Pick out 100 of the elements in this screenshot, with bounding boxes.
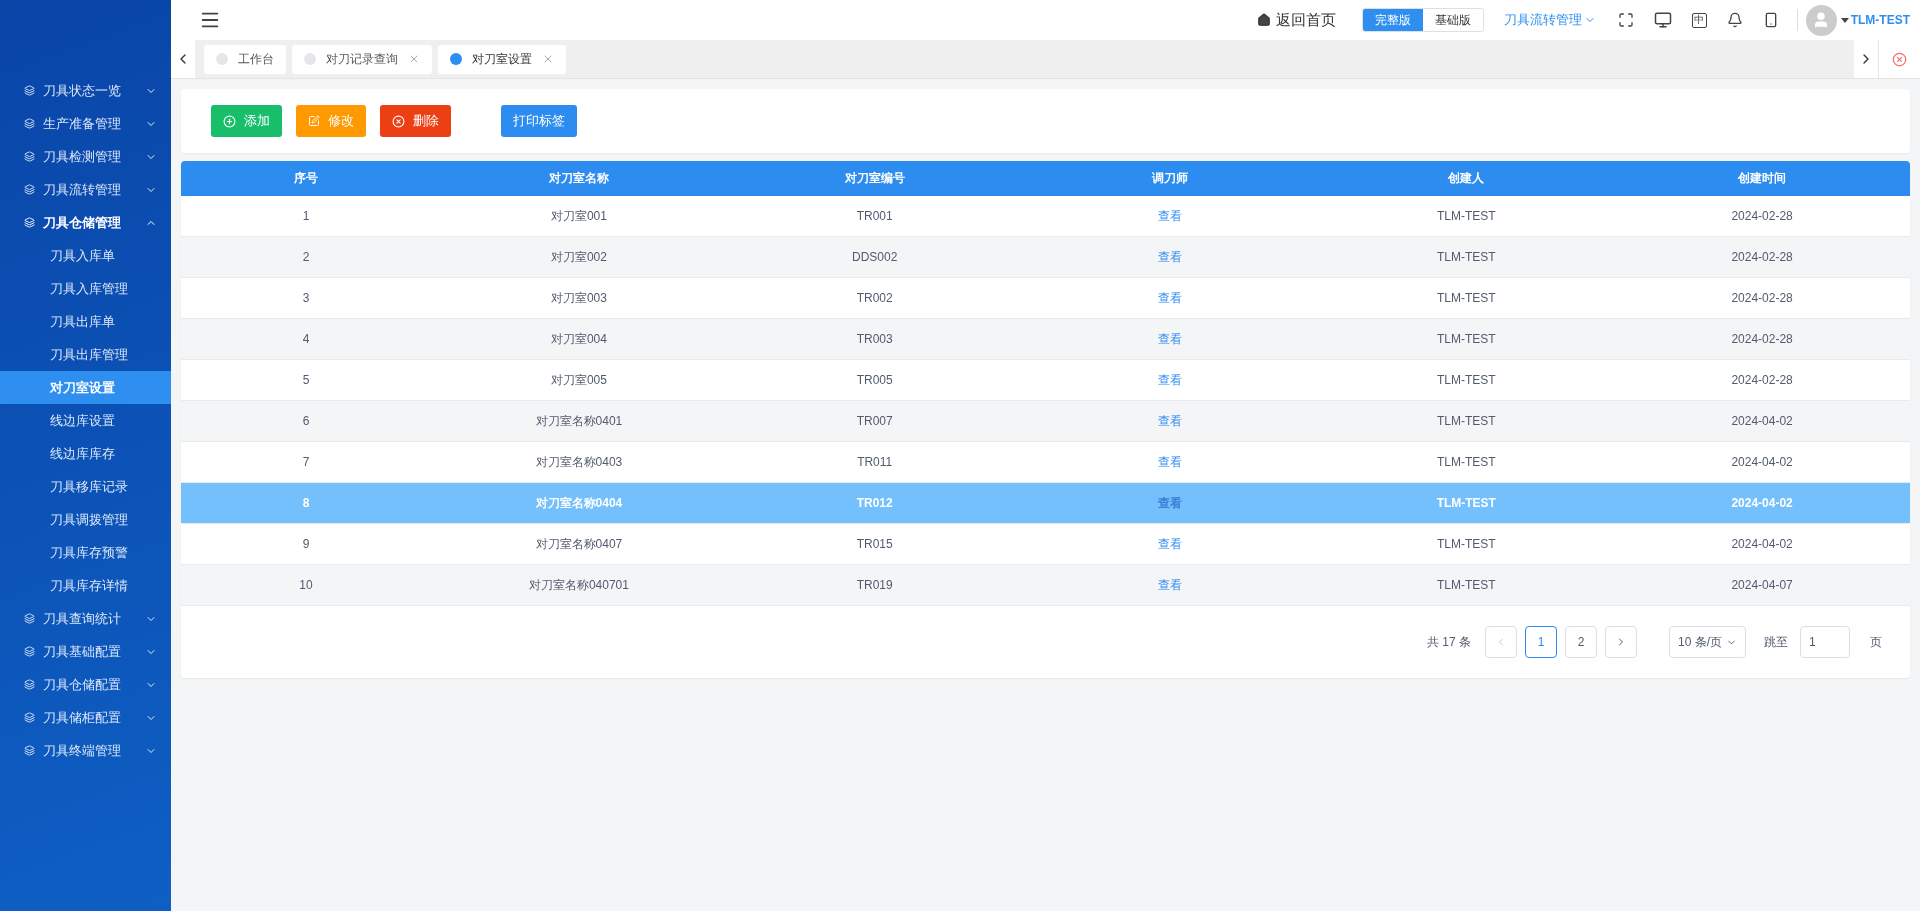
bell-icon[interactable]: [1726, 12, 1743, 28]
user-avatar[interactable]: [1805, 4, 1837, 36]
layers-icon: [24, 712, 35, 723]
table-cell: 2024-02-28: [1614, 278, 1910, 319]
user-menu[interactable]: TLM-TEST: [1836, 13, 1910, 27]
table-cell: TLM-TEST: [1318, 237, 1615, 278]
table-cell: 对刀室名称040701: [431, 565, 727, 606]
table-cell: TR003: [726, 319, 1023, 360]
view-link[interactable]: 查看: [1158, 453, 1183, 471]
table-cell: 2024-02-28: [1614, 319, 1910, 360]
home-icon: [1256, 13, 1271, 27]
module-dropdown[interactable]: 刀具流转管理: [1503, 11, 1596, 29]
sidebar-item[interactable]: 刀具入库单: [0, 239, 171, 272]
sidebar-group[interactable]: 刀具基础配置: [0, 635, 171, 668]
sidebar-group[interactable]: 生产准备管理: [0, 107, 171, 140]
sidebar-item[interactable]: 刀具入库管理: [0, 272, 171, 305]
layers-icon: [24, 646, 35, 657]
column-header: 调刀师: [1022, 161, 1319, 196]
sidebar-item[interactable]: 线边库设置: [0, 404, 171, 437]
sidebar-group[interactable]: 刀具仓储管理: [0, 206, 171, 239]
table-cell: 8: [181, 483, 431, 524]
layers-icon: [24, 184, 35, 195]
column-header: 创建时间: [1614, 161, 1910, 196]
sidebar-item[interactable]: 刀具移库记录: [0, 470, 171, 503]
scroll-right-button[interactable]: [1854, 40, 1878, 78]
scroll-left-button[interactable]: [171, 40, 195, 78]
view-link[interactable]: 查看: [1158, 207, 1183, 225]
table-cell: 对刀室名称0401: [431, 401, 727, 442]
table-cell: TLM-TEST: [1318, 401, 1615, 442]
page-button[interactable]: 1: [1525, 626, 1557, 658]
sidebar-group[interactable]: 刀具检测管理: [0, 140, 171, 173]
version-toggle[interactable]: 完整版: [1362, 9, 1423, 31]
sidebar-group[interactable]: 刀具仓储配置: [0, 668, 171, 701]
column-header: 序号: [181, 161, 431, 196]
sidebar-group[interactable]: 刀具状态一览: [0, 74, 171, 107]
sidebar-item[interactable]: 对刀室设置: [0, 371, 171, 404]
fullscreen-icon[interactable]: [1617, 12, 1634, 28]
delete-button[interactable]: 删除: [380, 105, 451, 137]
table-cell: TLM-TEST: [1318, 565, 1615, 606]
view-link[interactable]: 查看: [1158, 289, 1183, 307]
page-tab[interactable]: 工作台: [204, 44, 286, 74]
table-cell: 4: [181, 319, 431, 360]
layers-icon: [24, 217, 35, 228]
sidebar-group[interactable]: 刀具流转管理: [0, 173, 171, 206]
table-cell: 2024-04-02: [1614, 401, 1910, 442]
close-all-button[interactable]: [1878, 40, 1920, 78]
sidebar-group[interactable]: 刀具储柜配置: [0, 701, 171, 734]
table-cell: 10: [181, 565, 431, 606]
edit-icon: [308, 115, 320, 127]
home-link[interactable]: 返回首页: [1256, 10, 1336, 30]
page-tab[interactable]: 对刀室设置: [438, 44, 566, 74]
layers-icon: [24, 151, 35, 162]
view-link[interactable]: 查看: [1158, 248, 1183, 266]
table-cell: 2024-02-28: [1614, 360, 1910, 401]
view-link[interactable]: 查看: [1158, 412, 1183, 430]
sidebar-item[interactable]: 刀具库存预警: [0, 536, 171, 569]
sidebar-item[interactable]: 刀具库存详情: [0, 569, 171, 602]
table-cell: 1: [181, 196, 431, 237]
sidebar-item[interactable]: 刀具出库单: [0, 305, 171, 338]
view-link[interactable]: 查看: [1158, 371, 1183, 389]
sidebar-item[interactable]: 刀具出库管理: [0, 338, 171, 371]
close-icon[interactable]: [542, 53, 554, 65]
close-icon[interactable]: [408, 53, 420, 65]
prev-page-button[interactable]: [1485, 626, 1517, 658]
table-cell: 对刀室004: [431, 319, 727, 360]
language-toggle[interactable]: 中: [1691, 12, 1707, 28]
total-count: 共 17 条: [1426, 633, 1471, 651]
column-header: 创建人: [1318, 161, 1615, 196]
table-cell: 2024-04-02: [1614, 483, 1910, 524]
table-cell: 2024-04-02: [1614, 442, 1910, 483]
next-page-button[interactable]: [1605, 626, 1637, 658]
table-cell: 5: [181, 360, 431, 401]
page-size-select[interactable]: 10 条/页: [1669, 626, 1746, 658]
page-button[interactable]: 2: [1565, 626, 1597, 658]
view-link[interactable]: 查看: [1158, 576, 1183, 594]
sidebar-group[interactable]: 刀具终端管理: [0, 734, 171, 767]
table-cell: 2024-04-02: [1614, 524, 1910, 565]
table-cell: TR019: [726, 565, 1023, 606]
view-link[interactable]: 查看: [1158, 330, 1183, 348]
column-header: 对刀室名称: [431, 161, 727, 196]
table-cell: 7: [181, 442, 431, 483]
table-cell: 6: [181, 401, 431, 442]
caret-icon: [1840, 17, 1849, 23]
table-cell: 2024-02-28: [1614, 237, 1910, 278]
table-cell: TR012: [726, 483, 1023, 524]
jump-label: 跳至: [1764, 633, 1788, 651]
page-tab[interactable]: 对刀记录查询: [292, 44, 432, 74]
table-cell: DDS002: [726, 237, 1023, 278]
sidebar-item[interactable]: 刀具调拨管理: [0, 503, 171, 536]
layers-icon: [24, 85, 35, 96]
monitor-icon[interactable]: [1653, 11, 1672, 29]
jump-input[interactable]: 1: [1800, 626, 1850, 658]
table-cell: 对刀室002: [431, 237, 727, 278]
table-cell: 2024-04-07: [1614, 565, 1910, 606]
layers-icon: [24, 679, 35, 690]
sidebar-item[interactable]: 线边库库存: [0, 437, 171, 470]
sidebar-group[interactable]: 刀具查询统计: [0, 602, 171, 635]
table-cell: 对刀室名称0404: [431, 483, 727, 524]
print-button[interactable]: 打印标签: [501, 105, 577, 137]
view-link[interactable]: 查看: [1158, 535, 1183, 553]
